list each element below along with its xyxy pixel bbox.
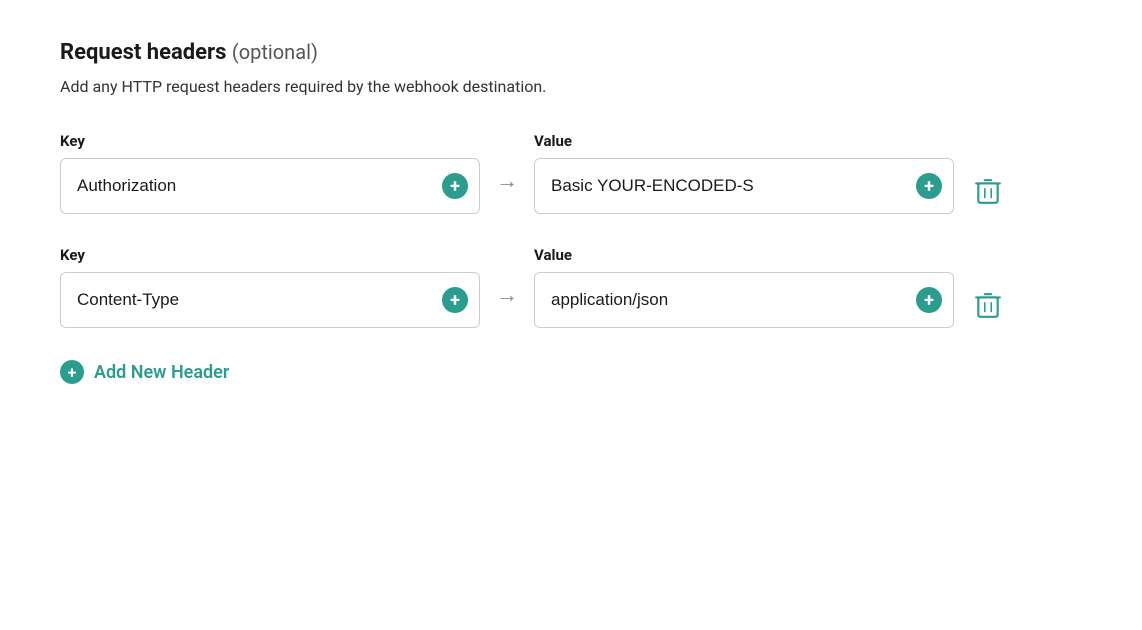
arrow-icon-2: → (496, 282, 518, 324)
section-description: Add any HTTP request headers required by… (60, 77, 1082, 96)
key-plus-button-2[interactable]: + (442, 287, 468, 313)
key-field-group-1: Key + (60, 132, 480, 214)
add-new-header-label: Add New Header (94, 362, 229, 383)
value-input-wrapper-1: + (534, 158, 954, 214)
section-title: Request headers (optional) (60, 40, 1082, 65)
value-field-group-1: Value + (534, 132, 954, 214)
delete-button-2[interactable] (970, 292, 1006, 328)
value-input-wrapper-2: + (534, 272, 954, 328)
arrow-icon-1: → (496, 168, 518, 210)
trash-icon-1 (975, 177, 1001, 205)
trash-icon-2 (975, 291, 1001, 319)
delete-button-1[interactable] (970, 178, 1006, 214)
key-label-2: Key (60, 246, 480, 264)
key-plus-button-1[interactable]: + (442, 173, 468, 199)
optional-label: (optional) (232, 40, 318, 64)
key-input-1[interactable] (60, 158, 480, 214)
header-row-1: Key + → Value + (60, 132, 1082, 214)
value-input-2[interactable] (534, 272, 954, 328)
request-headers-section: Request headers (optional) Add any HTTP … (60, 40, 1082, 384)
key-input-2[interactable] (60, 272, 480, 328)
key-field-group-2: Key + (60, 246, 480, 328)
add-new-plus-icon: + (60, 360, 84, 384)
value-label-1: Value (534, 132, 954, 150)
key-input-wrapper-1: + (60, 158, 480, 214)
value-plus-button-1[interactable]: + (916, 173, 942, 199)
value-label-2: Value (534, 246, 954, 264)
value-plus-button-2[interactable]: + (916, 287, 942, 313)
header-row-2: Key + → Value + (60, 246, 1082, 328)
key-input-wrapper-2: + (60, 272, 480, 328)
value-input-1[interactable] (534, 158, 954, 214)
value-field-group-2: Value + (534, 246, 954, 328)
add-new-header-button[interactable]: + Add New Header (60, 360, 1082, 384)
key-label-1: Key (60, 132, 480, 150)
